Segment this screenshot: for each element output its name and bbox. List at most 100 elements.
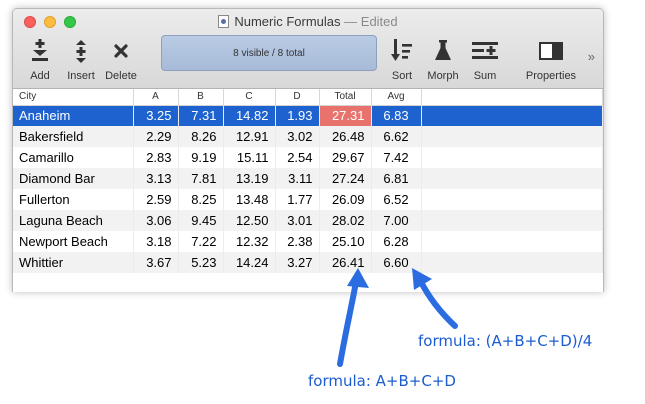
add-button[interactable]: Add (21, 37, 59, 82)
properties-panel-icon (519, 37, 583, 65)
cell-c[interactable]: 14.24 (223, 252, 276, 273)
cell-d[interactable]: 3.11 (275, 168, 320, 189)
cell-avg[interactable]: 6.52 (371, 189, 422, 210)
morph-button[interactable]: Morph (421, 37, 465, 82)
data-table: City A B C D Total Avg Anaheim 3.25 7.31… (13, 89, 603, 273)
insert-button[interactable]: Insert (61, 37, 101, 82)
cell-avg[interactable]: 6.62 (371, 126, 422, 147)
cell-city[interactable]: Camarillo (13, 147, 134, 168)
delete-button[interactable]: Delete (101, 37, 141, 82)
properties-label: Properties (525, 70, 577, 82)
cell-city[interactable]: Diamond Bar (13, 168, 134, 189)
cell-c[interactable]: 12.50 (223, 210, 276, 231)
sum-icon (467, 37, 503, 65)
delete-x-icon (101, 37, 141, 65)
cell-empty (421, 231, 603, 252)
cell-b[interactable]: 9.19 (178, 147, 224, 168)
cell-d[interactable]: 3.27 (275, 252, 320, 273)
sort-label: Sort (391, 70, 413, 82)
edited-indicator: — Edited (344, 14, 398, 29)
cell-c[interactable]: 13.48 (223, 189, 276, 210)
column-header-avg[interactable]: Avg (371, 89, 422, 106)
avg-formula-annotation: formula: (A+B+C+D)/4 (418, 332, 593, 350)
cell-avg[interactable]: 7.42 (371, 147, 422, 168)
cell-total[interactable]: 27.24 (319, 168, 372, 189)
cell-b[interactable]: 8.26 (178, 126, 224, 147)
cell-city[interactable]: Fullerton (13, 189, 134, 210)
cell-b[interactable]: 5.23 (178, 252, 224, 273)
table-row[interactable]: Whittier 3.67 5.23 14.24 3.27 26.41 6.60 (13, 252, 603, 273)
cell-c[interactable]: 14.82 (223, 105, 276, 126)
cell-a[interactable]: 3.18 (133, 231, 179, 252)
column-header-total[interactable]: Total (319, 89, 372, 106)
cell-d[interactable]: 3.01 (275, 210, 320, 231)
sum-label: Sum (473, 70, 497, 82)
cell-a[interactable]: 2.59 (133, 189, 179, 210)
cell-avg[interactable]: 6.81 (371, 168, 422, 189)
column-header-b[interactable]: B (178, 89, 224, 106)
cell-city[interactable]: Anaheim (13, 105, 134, 126)
cell-b[interactable]: 8.25 (178, 189, 224, 210)
cell-empty (421, 168, 603, 189)
cell-avg[interactable]: 6.60 (371, 252, 422, 273)
cell-d[interactable]: 1.93 (275, 105, 320, 126)
cell-city[interactable]: Bakersfield (13, 126, 134, 147)
cell-b[interactable]: 7.81 (178, 168, 224, 189)
cell-d[interactable]: 2.54 (275, 147, 320, 168)
cell-c[interactable]: 12.91 (223, 126, 276, 147)
cell-avg[interactable]: 6.83 (371, 105, 422, 126)
app-window: Numeric Formulas — Edited Add Insert Del… (12, 8, 604, 292)
properties-button[interactable]: Properties (519, 37, 583, 82)
sum-button[interactable]: Sum (467, 37, 503, 82)
cell-a[interactable]: 3.67 (133, 252, 179, 273)
cell-c[interactable]: 15.11 (223, 147, 276, 168)
sort-button[interactable]: Sort (385, 37, 419, 82)
cell-total[interactable]: 27.31 (319, 105, 372, 126)
flask-icon (421, 37, 465, 65)
table-row[interactable]: Bakersfield 2.29 8.26 12.91 3.02 26.48 6… (13, 126, 603, 147)
cell-total[interactable]: 26.09 (319, 189, 372, 210)
cell-avg[interactable]: 7.00 (371, 210, 422, 231)
cell-c[interactable]: 13.19 (223, 168, 276, 189)
table-row[interactable]: Laguna Beach 3.06 9.45 12.50 3.01 28.02 … (13, 210, 603, 231)
cell-total[interactable]: 26.41 (319, 252, 372, 273)
cell-b[interactable]: 9.45 (178, 210, 224, 231)
table-row[interactable]: Camarillo 2.83 9.19 15.11 2.54 29.67 7.4… (13, 147, 603, 168)
toolbar-overflow-chevron-icon[interactable]: » (588, 49, 595, 64)
cell-a[interactable]: 3.25 (133, 105, 179, 126)
cell-total[interactable]: 28.02 (319, 210, 372, 231)
column-header-c[interactable]: C (223, 89, 276, 106)
sort-icon (385, 37, 419, 65)
cell-city[interactable]: Whittier (13, 252, 134, 273)
column-header-d[interactable]: D (275, 89, 320, 106)
cell-city[interactable]: Newport Beach (13, 231, 134, 252)
column-header-a[interactable]: A (133, 89, 179, 106)
cell-b[interactable]: 7.22 (178, 231, 224, 252)
morph-label: Morph (427, 70, 459, 82)
cell-a[interactable]: 3.13 (133, 168, 179, 189)
cell-total[interactable]: 29.67 (319, 147, 372, 168)
total-formula-annotation: formula: A+B+C+D (308, 372, 456, 390)
cell-d[interactable]: 3.02 (275, 126, 320, 147)
cell-total[interactable]: 25.10 (319, 231, 372, 252)
cell-a[interactable]: 2.29 (133, 126, 179, 147)
cell-empty (421, 252, 603, 273)
cell-total[interactable]: 26.48 (319, 126, 372, 147)
add-label: Add (30, 70, 50, 82)
cell-c[interactable]: 12.32 (223, 231, 276, 252)
table-row[interactable]: Diamond Bar 3.13 7.81 13.19 3.11 27.24 6… (13, 168, 603, 189)
table-row[interactable]: Fullerton 2.59 8.25 13.48 1.77 26.09 6.5… (13, 189, 603, 210)
cell-empty (421, 210, 603, 231)
insert-label: Insert (67, 70, 95, 82)
column-header-city[interactable]: City (13, 89, 134, 106)
cell-avg[interactable]: 6.28 (371, 231, 422, 252)
cell-a[interactable]: 3.06 (133, 210, 179, 231)
column-header-empty (421, 89, 603, 106)
cell-b[interactable]: 7.31 (178, 105, 224, 126)
cell-city[interactable]: Laguna Beach (13, 210, 134, 231)
table-row[interactable]: Newport Beach 3.18 7.22 12.32 2.38 25.10… (13, 231, 603, 252)
cell-a[interactable]: 2.83 (133, 147, 179, 168)
cell-d[interactable]: 1.77 (275, 189, 320, 210)
cell-d[interactable]: 2.38 (275, 231, 320, 252)
table-row[interactable]: Anaheim 3.25 7.31 14.82 1.93 27.31 6.83 (13, 105, 603, 126)
